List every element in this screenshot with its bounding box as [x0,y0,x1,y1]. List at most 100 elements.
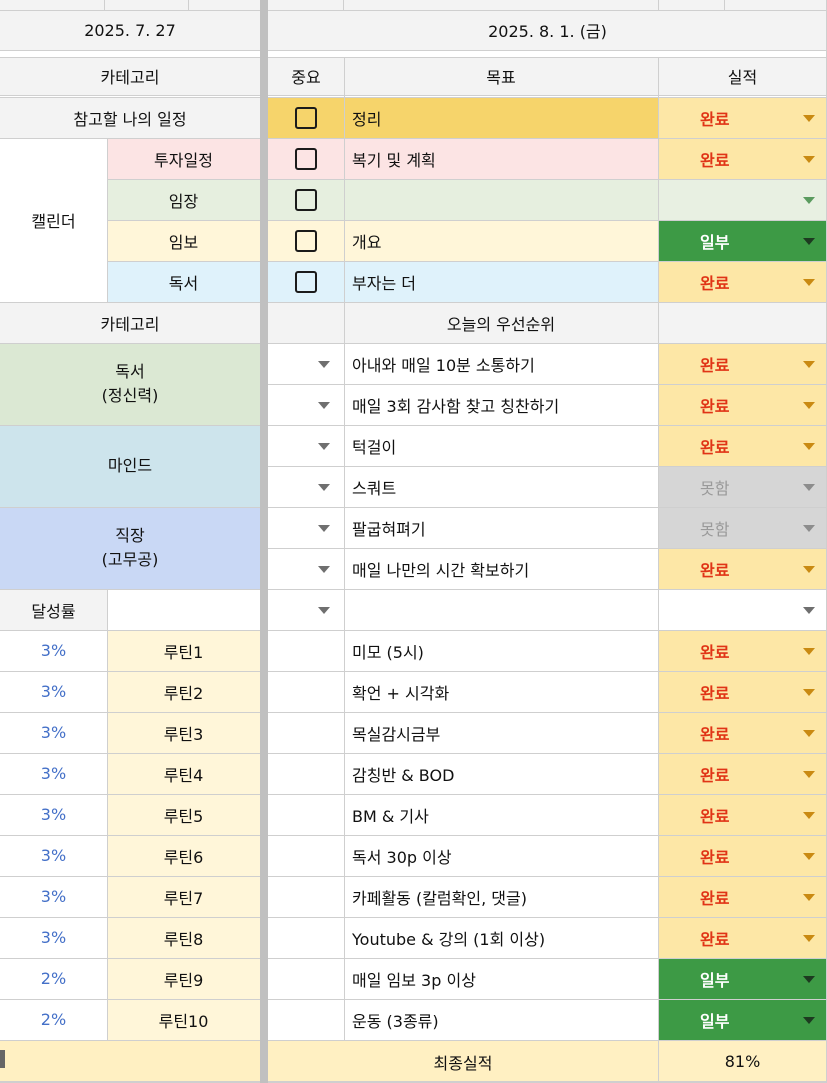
goal-routine-7[interactable]: 카페활동 (칼럼확인, 댓글) [344,876,658,917]
result-dropdown-priority-3[interactable]: 못함 [658,466,827,507]
chevron-down-icon[interactable] [803,770,815,778]
result-dropdown-calendar-3[interactable]: 완료 [658,261,827,302]
grid-line [268,179,827,180]
goal-achievement[interactable] [344,589,658,630]
result-dropdown-priority-5[interactable]: 완료 [658,548,827,589]
chevron-down-icon[interactable] [803,852,815,860]
chevron-down-icon[interactable] [803,442,815,450]
category-dropdown-achievement[interactable] [268,589,344,630]
grid-line [0,589,260,590]
goal-routine-2[interactable]: 확언 + 시각화 [344,671,658,712]
chevron-down-icon[interactable] [803,811,815,819]
chevron-down-icon[interactable] [803,975,815,983]
result-dropdown-priority-0[interactable]: 완료 [658,343,827,384]
grid-line [268,302,827,303]
result-dropdown-priority-1[interactable]: 완료 [658,384,827,425]
goal-routine-6[interactable]: 독서 30p 이상 [344,835,658,876]
grid-line [268,548,827,549]
goal-priority-4[interactable]: 팔굽혀펴기 [344,507,658,548]
grid-line [658,57,659,1083]
grid-line [268,1040,827,1041]
goal-priority-1[interactable]: 매일 3회 감사함 찾고 칭찬하기 [344,384,658,425]
chevron-down-icon[interactable] [803,524,815,532]
routine-name-2: 루틴2 [107,671,260,712]
routine-percent-10: 2% [40,1010,67,1029]
chevron-down-icon[interactable] [803,729,815,737]
grid-line [268,794,827,795]
chevron-down-icon[interactable] [803,278,815,286]
importance-checkbox[interactable] [295,270,317,293]
result-dropdown-routine-9[interactable]: 일부 [658,958,827,999]
priority-group-label: 마인드 [107,456,153,475]
goal-calendar-0[interactable]: 복기 및 계획 [344,138,658,179]
goal-routine-9[interactable]: 매일 임보 3p 이상 [344,958,658,999]
importance-checkbox[interactable] [295,229,317,252]
result-dropdown-routine-8[interactable]: 완료 [658,917,827,958]
result-dropdown-calendar-0[interactable]: 완료 [658,138,827,179]
category-dropdown-priority-4[interactable] [268,507,344,548]
importance-checkbox[interactable] [295,106,317,129]
chevron-down-icon[interactable] [318,360,330,368]
chevron-down-icon[interactable] [803,237,815,245]
category-dropdown-priority-1[interactable] [268,384,344,425]
chevron-down-icon[interactable] [803,114,815,122]
result-dropdown-routine-10[interactable]: 일부 [658,999,827,1040]
category-dropdown-priority-0[interactable] [268,343,344,384]
result-dropdown-priority-2[interactable]: 완료 [658,425,827,466]
chevron-down-icon[interactable] [803,483,815,491]
result-dropdown-calendar-1[interactable] [658,179,827,220]
importance-checkbox[interactable] [295,188,317,211]
result-dropdown-routine-1[interactable]: 완료 [658,630,827,671]
importance-checkbox[interactable] [295,147,317,170]
goal-calendar-2[interactable]: 개요 [344,220,658,261]
chevron-down-icon[interactable] [803,360,815,368]
goal-routine-5[interactable]: BM & 기사 [344,794,658,835]
goal-priority-3[interactable]: 스쿼트 [344,466,658,507]
chevron-down-icon[interactable] [318,565,330,573]
result-dropdown-routine-2[interactable]: 완료 [658,671,827,712]
result-dropdown-achievement[interactable] [658,589,827,630]
chevron-down-icon[interactable] [803,893,815,901]
final-left-blank [0,1040,260,1083]
category-dropdown-priority-3[interactable] [268,466,344,507]
result-dropdown-priority-4[interactable]: 못함 [658,507,827,548]
result-dropdown-routine-6[interactable]: 완료 [658,835,827,876]
chevron-down-icon[interactable] [803,196,815,204]
priority-header: 오늘의 우선순위 [344,302,658,343]
goal-priority-2[interactable]: 턱걸이 [344,425,658,466]
chevron-down-icon[interactable] [803,688,815,696]
goal-routine-8[interactable]: Youtube & 강의 (1회 이상) [344,917,658,958]
result-dropdown-reference[interactable]: 완료 [658,97,827,138]
chevron-down-icon[interactable] [803,647,815,655]
chevron-down-icon[interactable] [318,401,330,409]
chevron-down-icon[interactable] [318,524,330,532]
routine-importance-1 [268,630,344,671]
chevron-down-icon[interactable] [803,606,815,614]
chevron-down-icon[interactable] [318,483,330,491]
goal-routine-1[interactable]: 미모 (5시) [344,630,658,671]
category-dropdown-priority-5[interactable] [268,548,344,589]
chevron-down-icon[interactable] [803,565,815,573]
chevron-down-icon[interactable] [318,442,330,450]
goal-priority-0[interactable]: 아내와 매일 10분 소통하기 [344,343,658,384]
chevron-down-icon[interactable] [803,155,815,163]
goal-routine-4[interactable]: 감칭반 & BOD [344,753,658,794]
goal-reference[interactable]: 정리 [344,97,658,138]
chevron-down-icon[interactable] [318,606,330,614]
goal-calendar-3[interactable]: 부자는 더 [344,261,658,302]
result-dropdown-routine-4[interactable]: 완료 [658,753,827,794]
result-dropdown-routine-5[interactable]: 완료 [658,794,827,835]
chevron-down-icon[interactable] [803,401,815,409]
priority-importance-blank [268,302,344,343]
chevron-down-icon[interactable] [803,934,815,942]
achievement-blank[interactable] [107,589,260,630]
goal-priority-5[interactable]: 매일 나만의 시간 확보하기 [344,548,658,589]
goal-calendar-1[interactable] [344,179,658,220]
result-dropdown-routine-3[interactable]: 완료 [658,712,827,753]
goal-routine-10[interactable]: 운동 (3종류) [344,999,658,1040]
chevron-down-icon[interactable] [803,1016,815,1024]
category-dropdown-priority-2[interactable] [268,425,344,466]
goal-routine-3[interactable]: 목실감시금부 [344,712,658,753]
result-dropdown-calendar-2[interactable]: 일부 [658,220,827,261]
result-dropdown-routine-7[interactable]: 완료 [658,876,827,917]
